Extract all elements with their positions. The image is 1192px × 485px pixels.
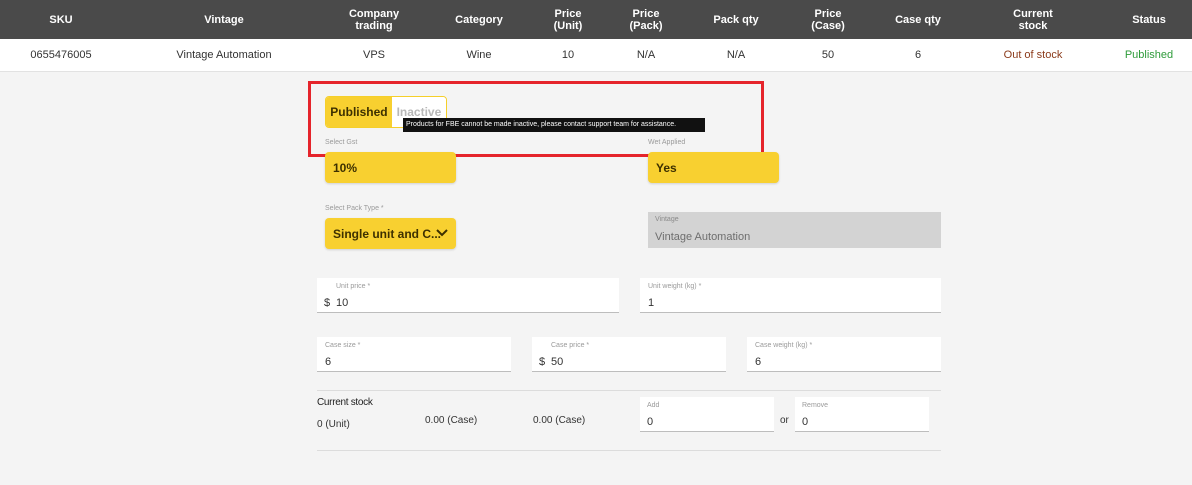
add-stock-field[interactable]: Add 0 <box>640 397 774 432</box>
cell-status: Published <box>1124 49 1174 61</box>
cell-price-case: 50 <box>821 49 835 61</box>
gst-select[interactable]: 10% <box>325 152 456 183</box>
vintage-value: Vintage Automation <box>655 231 751 243</box>
case-size-field[interactable]: Case size * 6 <box>317 337 511 372</box>
case-price-value: 50 <box>551 356 564 368</box>
cell-category: Wine <box>466 49 492 61</box>
unit-price-value: 10 <box>336 297 349 309</box>
pack-type-label: Select Pack Type * <box>325 205 384 212</box>
header-sku[interactable]: SKU <box>0 0 122 39</box>
gst-label: Select Gst <box>325 139 358 146</box>
vintage-field: Vintage Vintage Automation <box>648 212 941 248</box>
remove-stock-value: 0 <box>802 416 809 428</box>
wet-label: Wet Applied <box>648 139 686 146</box>
stock-case-a: 0.00 (Case) <box>425 415 478 426</box>
unit-weight-label: Unit weight (kg) * <box>648 283 702 290</box>
pack-type-select[interactable]: Single unit and C... <box>325 218 456 249</box>
unit-weight-field[interactable]: Unit weight (kg) * 1 <box>640 278 941 313</box>
cell-price-pack: N/A <box>636 49 656 61</box>
cell-current-stock: Out of stock <box>1003 49 1063 61</box>
remove-stock-field[interactable]: Remove 0 <box>795 397 929 432</box>
current-stock-title: Current stock <box>317 397 373 408</box>
header-company-trading[interactable]: Company trading <box>326 0 422 39</box>
case-weight-label: Case weight (kg) * <box>755 342 813 349</box>
header-current-stock[interactable]: Current stock <box>960 0 1106 39</box>
header-case-qty[interactable]: Case qty <box>876 0 960 39</box>
unit-price-prefix: $ <box>324 297 331 309</box>
chevron-down-icon <box>436 229 448 237</box>
add-stock-label: Add <box>647 402 660 409</box>
wet-select[interactable]: Yes <box>648 152 779 183</box>
highlight-box <box>308 81 764 157</box>
pack-type-value: Single unit and C... <box>333 226 441 241</box>
remove-stock-label: Remove <box>802 402 829 409</box>
cell-vintage: Vintage Automation <box>176 49 272 61</box>
header-price-case[interactable]: Price (Case) <box>780 0 876 39</box>
cell-price-unit: 10 <box>561 49 575 61</box>
case-size-value: 6 <box>325 356 332 368</box>
cell-sku: 0655476005 <box>30 49 92 61</box>
or-text: or <box>780 415 789 426</box>
cell-case-qty: 6 <box>914 49 922 61</box>
table-header: SKU Vintage Company trading Category Pri… <box>0 0 1192 39</box>
header-price-pack[interactable]: Price (Pack) <box>600 0 692 39</box>
case-weight-value: 6 <box>755 356 762 368</box>
case-price-prefix: $ <box>539 356 546 368</box>
case-size-label: Case size * <box>325 342 361 349</box>
unit-weight-value: 1 <box>648 297 655 309</box>
header-category[interactable]: Category <box>422 0 536 39</box>
table-row[interactable]: 0655476005 Vintage Automation VPS Wine 1… <box>0 39 1192 72</box>
case-price-label: Case price * <box>551 342 590 349</box>
wet-value: Yes <box>656 160 677 175</box>
unit-price-label: Unit price * <box>336 283 371 290</box>
header-pack-qty[interactable]: Pack qty <box>692 0 780 39</box>
cell-company-trading: VPS <box>362 49 385 61</box>
cell-pack-qty: N/A <box>726 49 746 61</box>
stock-units: 0 (Unit) <box>317 419 350 430</box>
divider <box>317 450 941 451</box>
add-stock-value: 0 <box>647 416 654 428</box>
header-vintage[interactable]: Vintage <box>122 0 326 39</box>
vintage-label: Vintage <box>655 216 679 223</box>
gst-value: 10% <box>333 160 358 175</box>
unit-price-field[interactable]: Unit price * $ 10 <box>317 278 619 313</box>
header-status[interactable]: Status <box>1106 0 1192 39</box>
stock-case-b: 0.00 (Case) <box>533 415 586 426</box>
divider <box>317 390 941 391</box>
case-weight-field[interactable]: Case weight (kg) * 6 <box>747 337 941 372</box>
case-price-field[interactable]: Case price * $ 50 <box>532 337 726 372</box>
header-price-unit[interactable]: Price (Unit) <box>536 0 600 39</box>
